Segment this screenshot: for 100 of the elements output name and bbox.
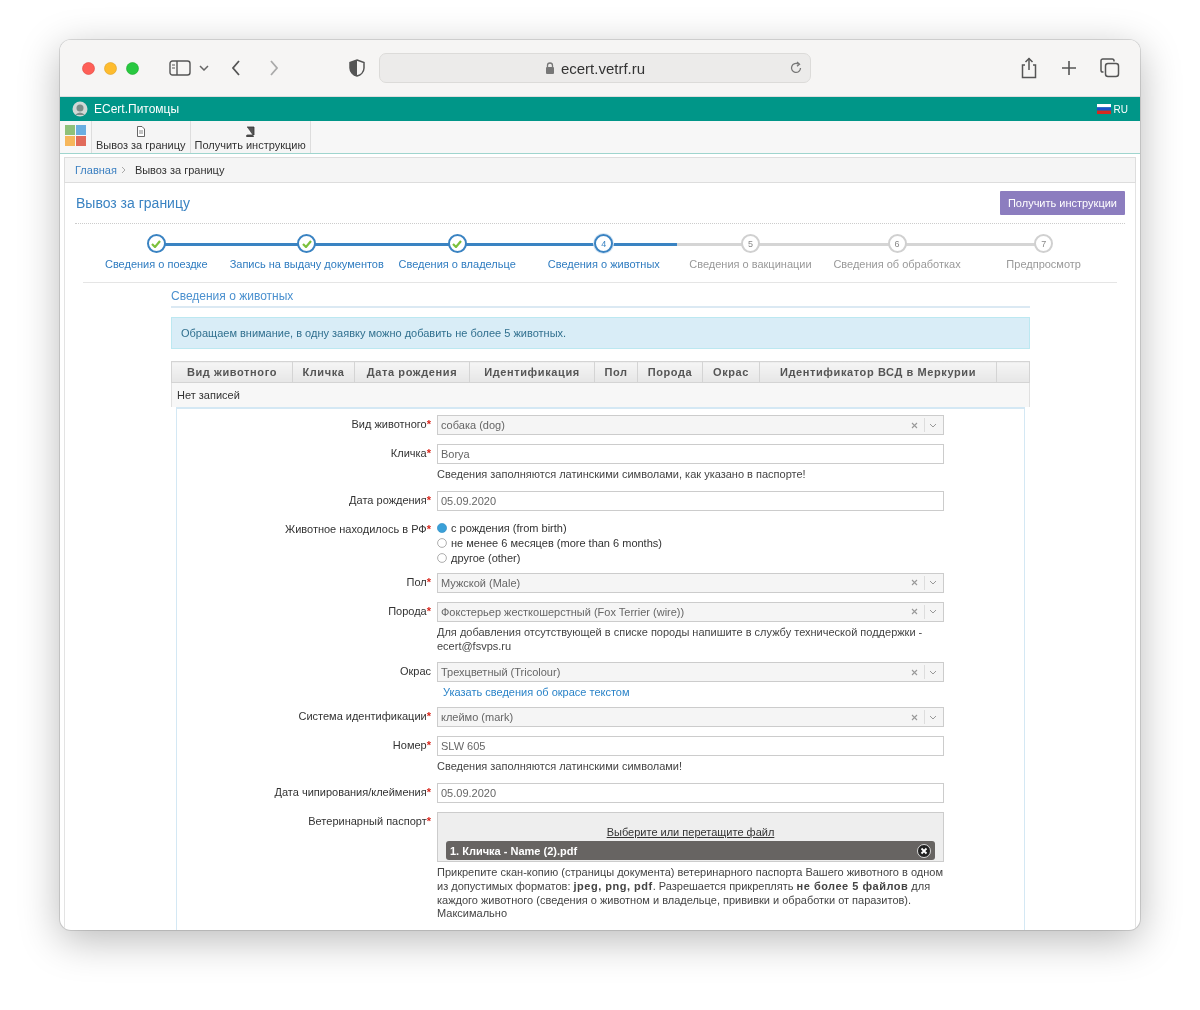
chevron-down-icon[interactable]: [929, 580, 937, 586]
field-label: Окрас: [399, 665, 431, 678]
file-drop-zone[interactable]: Выберите или перетащите файл 1. Кличка - Name (2).pdf: [437, 812, 944, 862]
radio-button[interactable]: [437, 552, 447, 563]
empty-table-message: Нет записей: [177, 389, 240, 401]
check-icon: [301, 239, 312, 248]
text-field[interactable]: 05.09.2020: [437, 783, 944, 803]
column-header: Дата рождения: [354, 361, 470, 383]
radio-label[interactable]: с рождения (from birth): [451, 521, 567, 534]
required-mark: *: [426, 522, 431, 535]
step-label[interactable]: Сведения о животных: [547, 258, 660, 270]
step-label[interactable]: Предпросмотр: [1006, 258, 1081, 270]
chevron-down-icon[interactable]: [929, 714, 937, 720]
dropdown-field[interactable]: Трехцветный (Tricolour): [437, 662, 944, 683]
app-logo-icon: [72, 101, 88, 117]
text-field[interactable]: Borya: [437, 444, 944, 464]
step-number: 6: [887, 234, 907, 253]
radio-label[interactable]: другое (other): [451, 551, 521, 564]
radio-button[interactable]: [437, 537, 447, 548]
chevron-down-icon[interactable]: [929, 422, 937, 428]
back-icon[interactable]: [231, 60, 241, 76]
required-mark: *: [426, 710, 431, 723]
check-icon: [151, 239, 162, 248]
chevron-down-icon[interactable]: [929, 609, 937, 615]
field-hint: Прикрепите скан-копию (страницы документа) ветеринарного паспорта Вашего животного в одном из допустимых форматов: jpeg, png, pdf. Разрешается прикреплять не более 5 файлов для каждого животного (сведения о животном и владельце, прививки и обработки от паразитов). Максимально: [437, 866, 944, 921]
attached-file[interactable]: 1. Кличка - Name (2).pdf: [446, 841, 935, 860]
field-label: Животное находилось в РФ: [285, 522, 427, 535]
field-label: Вид животного: [351, 418, 427, 430]
step-label[interactable]: Сведения о поездке: [104, 258, 208, 270]
share-icon[interactable]: [1020, 57, 1038, 79]
file-picker-link[interactable]: Выберите или перетащите файл: [606, 826, 775, 838]
lock-icon: [544, 62, 555, 74]
app-title[interactable]: ECert.Питомцы: [94, 102, 180, 116]
clear-icon[interactable]: [911, 713, 918, 721]
text-field[interactable]: SLW 605: [437, 736, 944, 757]
tiles-logo-icon[interactable]: [65, 125, 87, 147]
step-label[interactable]: Сведения о владельце: [398, 258, 516, 270]
required-mark: *: [426, 786, 431, 798]
step-label[interactable]: Сведения о вакцинации: [689, 258, 812, 270]
step-number: 7: [1034, 234, 1054, 253]
instructions-button[interactable]: Получить инструкции: [999, 191, 1125, 215]
clear-icon[interactable]: [911, 579, 918, 587]
chevron-right-icon: [120, 166, 127, 174]
clear-icon[interactable]: [911, 608, 918, 616]
clear-icon[interactable]: [911, 668, 918, 676]
step-label[interactable]: Запись на выдачу документов: [229, 258, 384, 270]
field-label: Номер: [392, 739, 427, 752]
required-mark: *: [426, 418, 431, 430]
forward-icon[interactable]: [269, 60, 279, 76]
page-title: Вывоз за границу: [75, 195, 190, 211]
new-tab-icon[interactable]: [1060, 59, 1078, 77]
breadcrumb-link[interactable]: Главная: [75, 164, 117, 176]
tabs-overview-icon[interactable]: [1100, 58, 1120, 78]
window-control-icon: [104, 61, 117, 75]
field-label: Пол: [406, 575, 427, 588]
step-number: 4: [594, 234, 614, 253]
check-icon: [452, 239, 463, 248]
clear-icon[interactable]: [911, 421, 918, 429]
column-header: Идентификатор ВСД в Меркурии: [759, 361, 997, 383]
file-name: 1. Кличка - Name (2).pdf: [450, 844, 578, 857]
notice-message: Обращаем внимание, в одну заявку можно добавить не более 5 животных.: [171, 317, 1030, 349]
column-header: Пол: [594, 361, 638, 383]
sidebar-icon[interactable]: [169, 60, 191, 76]
required-mark: *: [426, 575, 431, 588]
section-title: Сведения о животных: [171, 289, 1030, 308]
text-link[interactable]: Указать сведения об окрасе текстом: [443, 686, 630, 699]
chevron-down-icon[interactable]: [929, 669, 937, 675]
field-label: Порода: [388, 604, 427, 617]
radio-button[interactable]: [437, 522, 447, 533]
chevron-down-icon[interactable]: [199, 65, 209, 71]
required-mark: *: [426, 739, 431, 752]
dropdown-field[interactable]: собака (dog): [437, 415, 944, 435]
column-header: Вид животного: [171, 361, 293, 383]
address-bar[interactable]: ecert.vetrf.ru: [379, 53, 811, 83]
document-icon: [135, 126, 146, 137]
reload-icon[interactable]: [789, 61, 803, 75]
dropdown-field[interactable]: Фокстерьер жесткошерстный (Fox Terrier (wire)): [437, 601, 944, 622]
breadcrumb-current: Вывоз за границу: [134, 164, 225, 176]
required-mark: *: [426, 447, 431, 459]
text-field[interactable]: 05.09.2020: [437, 490, 944, 511]
field-hint: Для добавления отсутствующей в списке породы напишите в службу технической поддержки - ecert@fsvps.ru: [437, 625, 924, 654]
column-header: Идентификация: [469, 361, 595, 383]
window-control-icon: [126, 61, 139, 75]
column-header: Кличка: [292, 361, 355, 383]
field-hint: Сведения заполняются латинскими символами!: [437, 760, 684, 774]
field-label: Дата чипирования/клеймения: [274, 786, 427, 798]
column-header: Порода: [637, 361, 703, 383]
radio-label[interactable]: не менее 6 месяцев (more than 6 months): [451, 536, 662, 549]
dropdown-field[interactable]: клеймо (mark): [437, 707, 944, 728]
field-label: Система идентификации: [298, 710, 427, 723]
column-header: Окрас: [702, 361, 760, 383]
shield-icon[interactable]: [349, 59, 365, 77]
language-code: RU: [1113, 103, 1128, 115]
required-mark: *: [426, 815, 431, 827]
required-mark: *: [426, 604, 431, 617]
step-label[interactable]: Сведения об обработках: [833, 258, 961, 270]
dropdown-field[interactable]: Мужской (Male): [437, 572, 944, 593]
step-number: 5: [740, 234, 760, 253]
field-label: Ветеринарный паспорт: [308, 815, 427, 827]
remove-file-icon[interactable]: [917, 843, 931, 858]
